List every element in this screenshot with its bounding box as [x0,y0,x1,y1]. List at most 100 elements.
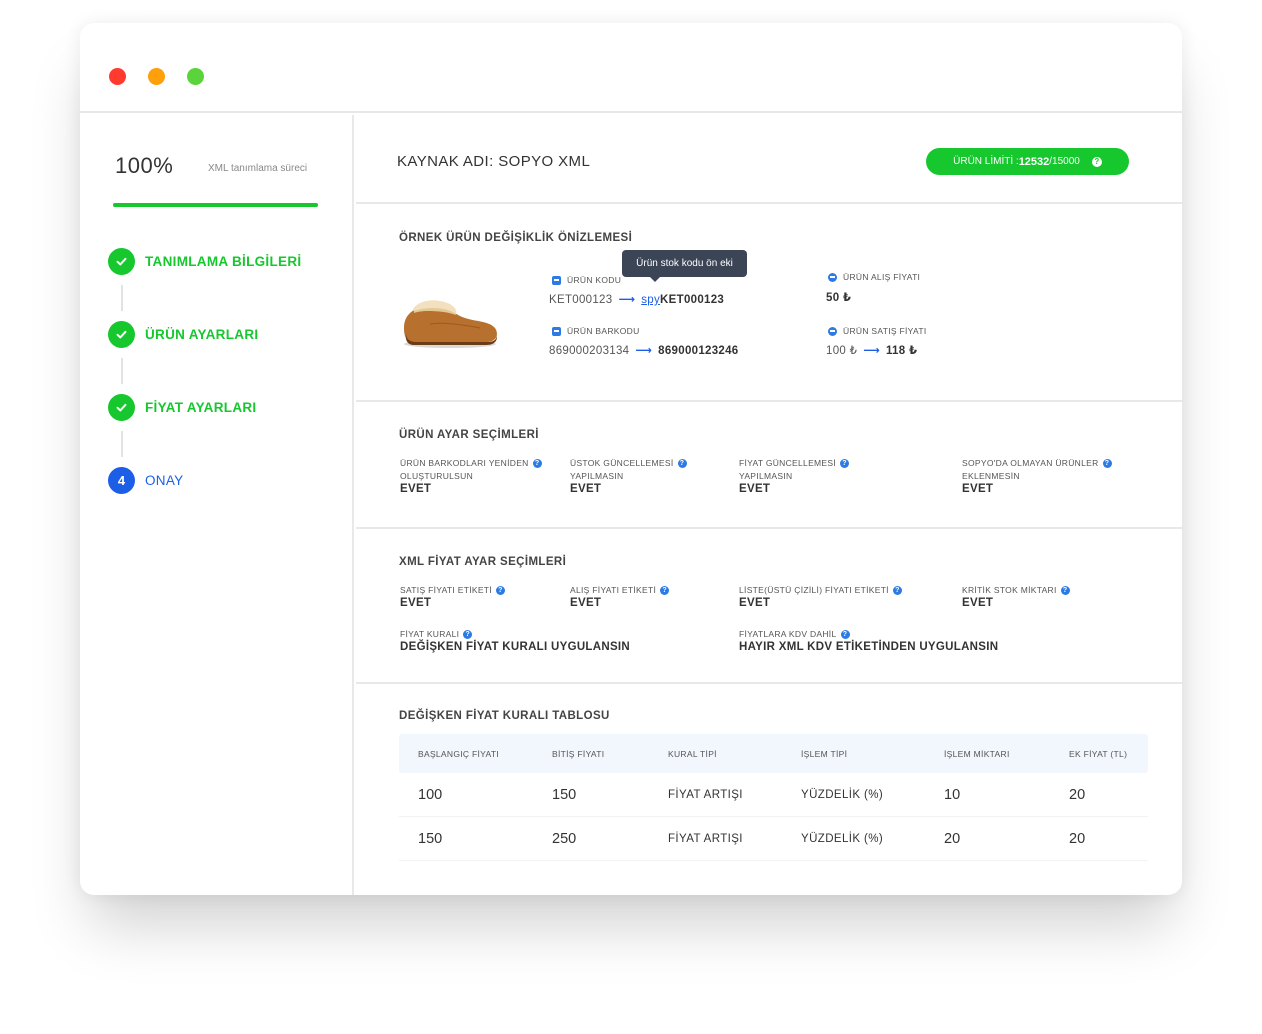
table-cell: 10 [944,786,961,803]
step-label: FİYAT AYARLARI [145,400,257,415]
step-connector [121,358,123,384]
section-title: DEĞİŞKEN FİYAT KURALI TABLOSU [399,710,610,722]
setting-price-rule: FİYAT KURALI? DEĞİŞKEN FİYAT KURALI UYGU… [400,629,631,653]
setting-stock-update: ÜSTOK GÜNCELLEMESİ? YAPILMASIN EVET [570,457,687,495]
app-window: 100% XML tanımlama süreci TANIMLAMA BİLG… [80,23,1182,895]
setting-critical-stock: KRİTİK STOK MİKTARI? EVET [962,584,1070,609]
minimize-window-button[interactable] [148,68,165,85]
help-icon[interactable]: ? [840,459,850,469]
window-titlebar [80,23,1182,113]
step-onay[interactable]: 4 ONAY [108,467,183,494]
column-header: BAŞLANGIÇ FİYATI [418,748,500,759]
help-icon[interactable]: ? [495,586,505,596]
check-icon [108,248,135,275]
column-header: İŞLEM MİKTARI [944,748,1010,759]
setting-price-update: FİYAT GÜNCELLEMESİ? YAPILMASIN EVET [739,457,850,495]
setting-vat-included: FİYATLARA KDV DAHİL? HAYIR XML KDV ETİKE… [739,629,999,653]
section-title: ÖRNEK ÜRÜN DEĞİŞİKLİK ÖNİZLEMESİ [399,232,633,244]
limit-total: /15000 [1049,156,1080,167]
barcode-label: ÜRÜN BARKODU [552,326,640,336]
product-limit-badge[interactable]: ÜRÜN LİMİTİ : 12532 /15000 ? [926,148,1129,175]
table-header: BAŞLANGIÇ FİYATI BİTİŞ FİYATI KURAL TİPİ… [399,734,1148,773]
product-code-value: KET000123 ⟶ spyKET000123 [549,294,725,306]
step-fiyat-ayarlari[interactable]: FİYAT AYARLARI [108,394,256,421]
table-cell: 250 [552,830,577,847]
setting-purchase-price-tag: ALIŞ FİYATI ETİKETİ? EVET [570,584,670,609]
product-image [404,300,497,348]
progress-fill [113,203,318,207]
help-icon[interactable]: ? [532,459,542,469]
step-urun-ayarlari[interactable]: ÜRÜN AYARLARI [108,321,258,348]
limit-label: ÜRÜN LİMİTİ : [953,156,1019,167]
sidebar: 100% XML tanımlama süreci TANIMLAMA BİLG… [80,115,354,895]
setting-regenerate-barcodes: ÜRÜN BARKODLARI YENİDEN? OLUŞTURULSUN EVE… [400,457,542,495]
step-tanimlama-bilgileri[interactable]: TANIMLAMA BİLGİLERİ [108,248,301,275]
setting-sale-price-tag: SATIŞ FİYATI ETİKETİ? EVET [400,584,505,609]
tooltip: Ürün stok kodu ön eki [622,250,747,282]
check-icon [108,321,135,348]
help-icon[interactable]: ? [1091,156,1102,167]
section-title: XML FİYAT AYAR SEÇİMLERİ [399,556,567,568]
section-title: ÜRÜN AYAR SEÇİMLERİ [399,429,539,441]
table-cell: YÜZDELİK (%) [801,788,884,801]
step-label: ONAY [145,473,184,488]
table-cell: FİYAT ARTIŞI [668,788,743,801]
help-icon[interactable]: ? [1060,586,1070,596]
product-settings-section: ÜRÜN AYAR SEÇİMLERİ ÜRÜN BARKODLARI YENİ… [356,402,1182,529]
step-number: 4 [108,467,135,494]
table-cell: 20 [1069,830,1086,847]
page-title: KAYNAK ADI: SOPYO XML [397,153,591,170]
step-label: TANIMLAMA BİLGİLERİ [145,254,302,269]
table-cell: 150 [418,830,443,847]
barcode-icon [552,275,561,285]
table-cell: FİYAT ARTIŞI [668,832,743,845]
arrow-right-icon: ⟶ [863,345,880,357]
purchase-price-value: 50 ₺ [826,292,852,304]
table-cell: 20 [1069,786,1086,803]
prefix-link[interactable]: spy [641,294,660,306]
price-settings-section: XML FİYAT AYAR SEÇİMLERİ SATIŞ FİYATI ET… [356,529,1182,684]
table-row: 150 250 FİYAT ARTIŞI YÜZDELİK (%) 20 20 [399,817,1148,861]
rule-table-section: DEĞİŞKEN FİYAT KURALI TABLOSU BAŞLANGIÇ … [356,684,1182,895]
main-content: KAYNAK ADI: SOPYO XML ÜRÜN LİMİTİ : 1253… [356,115,1182,895]
close-window-button[interactable] [109,68,126,85]
barcode-icon [552,326,561,336]
help-icon[interactable]: ? [463,630,473,640]
table-cell: 20 [944,830,961,847]
table-row: 100 150 FİYAT ARTIŞI YÜZDELİK (%) 10 20 [399,773,1148,817]
price-icon [828,326,837,336]
table-cell: 100 [418,786,443,803]
purchase-price-label: ÜRÜN ALIŞ FİYATI [828,272,920,282]
column-header: KURAL TİPİ [668,748,717,759]
sale-price-value: 100 ₺ ⟶ 118 ₺ [826,345,918,357]
table-cell: YÜZDELİK (%) [801,832,884,845]
column-header: EK FİYAT (TL) [1069,748,1128,759]
step-connector [121,431,123,457]
setting-missing-products: SOPYO'DA OLMAYAN ÜRÜNLER? EKLENMESİN EVET [962,457,1112,495]
help-icon[interactable]: ? [677,459,687,469]
help-icon[interactable]: ? [892,586,902,596]
preview-section: ÖRNEK ÜRÜN DEĞİŞİKLİK ÖNİZLEMESİ Ürün st… [356,206,1182,402]
column-header: İŞLEM TİPİ [801,748,848,759]
help-icon[interactable]: ? [660,586,670,596]
help-icon[interactable]: ? [1102,459,1112,469]
limit-used: 12532 [1018,155,1050,168]
price-icon [828,272,837,282]
step-connector [121,285,123,311]
column-header: BİTİŞ FİYATI [552,748,605,759]
arrow-right-icon: ⟶ [635,345,653,357]
table-cell: 150 [552,786,577,803]
product-code-label: ÜRÜN KODU [552,275,621,285]
barcode-value: 869000203134 ⟶ 869000123246 [549,345,739,357]
check-icon [108,394,135,421]
sale-price-label: ÜRÜN SATIŞ FİYATI [828,326,927,336]
step-label: ÜRÜN AYARLARI [145,327,259,342]
progress-label: XML tanımlama süreci [208,163,308,174]
maximize-window-button[interactable] [187,68,204,85]
help-icon[interactable]: ? [840,630,850,640]
rule-table: BAŞLANGIÇ FİYATI BİTİŞ FİYATI KURAL TİPİ… [399,734,1148,861]
progress-percent: 100% [115,153,174,178]
arrow-right-icon: ⟶ [618,294,636,306]
progress-bar [113,203,318,207]
page-header: KAYNAK ADI: SOPYO XML ÜRÜN LİMİTİ : 1253… [356,115,1182,204]
